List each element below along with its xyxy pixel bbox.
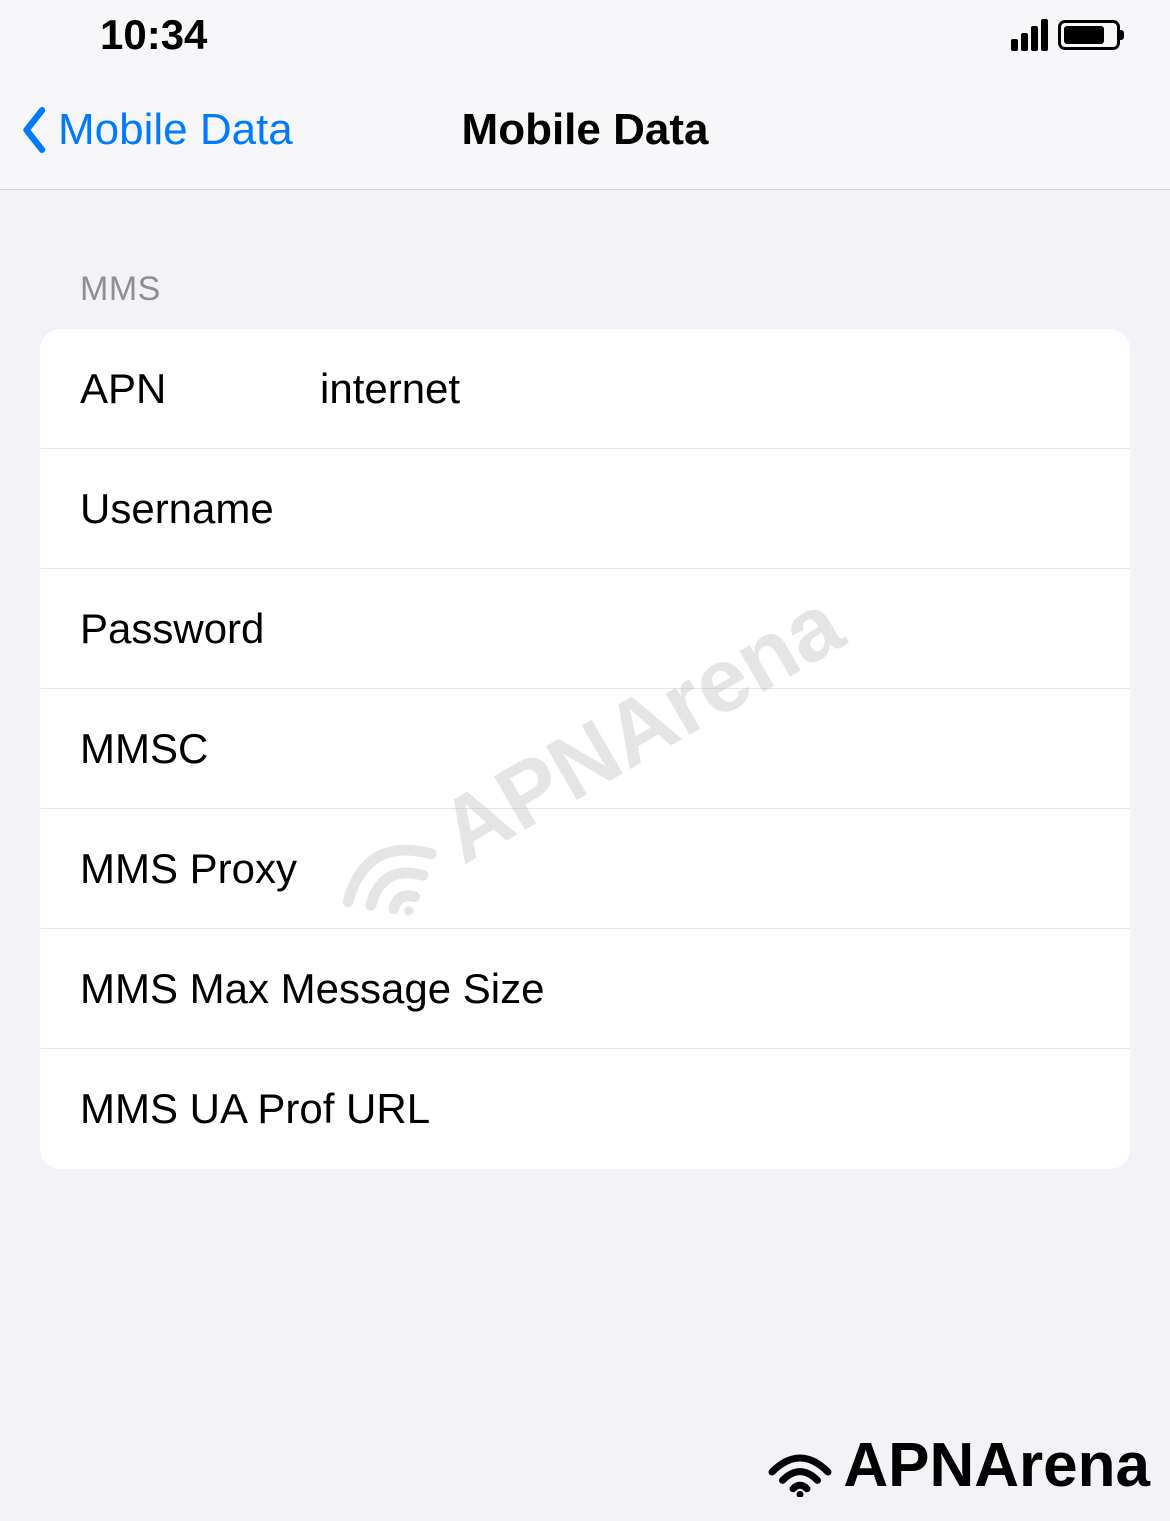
back-label: Mobile Data [58,105,293,155]
content-area: MMS APN Username Password MMSC MMS Proxy… [0,190,1170,1169]
cellular-signal-icon [1011,19,1048,51]
input-password[interactable] [320,605,1090,653]
row-password[interactable]: Password [40,569,1130,689]
row-apn[interactable]: APN [40,329,1130,449]
label-mmsc: MMSC [80,725,320,773]
watermark-bottom: APNArena [765,1430,1150,1501]
label-mms-ua-prof: MMS UA Prof URL [80,1085,1090,1133]
page-title: Mobile Data [462,105,709,155]
input-username[interactable] [320,485,1090,533]
status-bar: 10:34 [0,0,1170,70]
row-mms-ua-prof[interactable]: MMS UA Prof URL [40,1049,1130,1169]
watermark-text: APNArena [843,1430,1150,1501]
settings-group-mms: APN Username Password MMSC MMS Proxy MMS… [40,329,1130,1169]
label-apn: APN [80,365,320,413]
row-mms-proxy[interactable]: MMS Proxy [40,809,1130,929]
input-apn[interactable] [320,365,1090,413]
row-mmsc[interactable]: MMSC [40,689,1130,809]
section-header-mms: MMS [40,190,1130,329]
label-username: Username [80,485,320,533]
back-button[interactable]: Mobile Data [0,105,293,155]
wifi-icon [765,1441,835,1491]
row-username[interactable]: Username [40,449,1130,569]
label-mms-max-size: MMS Max Message Size [80,965,1090,1013]
input-mmsc[interactable] [320,725,1090,773]
battery-icon [1058,20,1120,50]
chevron-left-icon [20,106,50,154]
status-time: 10:34 [100,11,207,59]
navigation-bar: Mobile Data Mobile Data [0,70,1170,190]
row-mms-max-size[interactable]: MMS Max Message Size [40,929,1130,1049]
label-password: Password [80,605,320,653]
label-mms-proxy: MMS Proxy [80,845,549,893]
input-mms-proxy[interactable] [549,845,1090,893]
status-icons [1011,19,1120,51]
